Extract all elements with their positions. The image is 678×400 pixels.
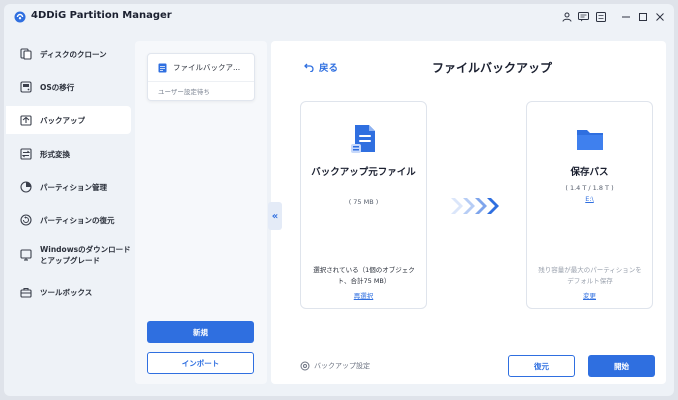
backup-settings-button[interactable]: バックアップ設定 (300, 361, 370, 371)
sidebar: ディスクのクローン OSの移行 バックアップ 形式変換 パーティション管理 パー… (4, 34, 132, 396)
task-card-status: ユーザー設定待ち (158, 88, 210, 96)
windows-download-icon (20, 249, 32, 261)
os-migrate-icon (20, 81, 32, 93)
app-window: 4DDiG Partition Manager ディスクのクローン OSの移行 (4, 4, 674, 396)
sidebar-item-label: パーティションの復元 (40, 215, 115, 225)
transfer-arrows-icon (451, 198, 499, 214)
sidebar-item-label: 形式変換 (40, 149, 70, 159)
title-bar: 4DDiG Partition Manager (4, 4, 674, 30)
source-card[interactable]: バックアップ元ファイル ( 75 MB ) 選択されている（1個のオブジェクト、… (300, 101, 427, 309)
sidebar-item-label: ツールボックス (40, 287, 93, 297)
destination-drive-link[interactable]: E:\ (527, 195, 652, 203)
source-description: 選択されている（1個のオブジェクト、合計75 MB） (313, 266, 415, 285)
toolbox-icon (20, 287, 32, 298)
collapse-panel-button[interactable]: « (268, 202, 282, 230)
account-icon[interactable] (561, 11, 573, 23)
source-title: バックアップ元ファイル (311, 167, 416, 178)
sidebar-item-partition-recover[interactable]: パーティションの復元 (6, 206, 131, 234)
menu-icon[interactable] (595, 11, 607, 23)
sidebar-item-toolbox[interactable]: ツールボックス (6, 278, 131, 306)
sidebar-item-convert[interactable]: 形式変換 (6, 140, 131, 168)
task-card[interactable]: ファイルバックア... ユーザー設定待ち (147, 53, 255, 101)
sidebar-item-disk-clone[interactable]: ディスクのクローン (6, 40, 131, 68)
double-chevron-left-icon: « (271, 210, 279, 222)
backup-icon (20, 115, 32, 126)
minimize-icon[interactable] (620, 11, 632, 23)
page-title: ファイルバックアップ (432, 61, 553, 75)
sidebar-item-partition-manage[interactable]: パーティション管理 (6, 173, 131, 201)
folder-icon (576, 130, 603, 150)
file-backup-icon (350, 125, 375, 153)
destination-title: 保存パス (570, 167, 609, 178)
close-icon[interactable] (654, 11, 666, 23)
main-panel: 戻る ファイルバックアップ バックアップ元ファイル ( 75 MB ) 選択され… (271, 41, 666, 384)
sidebar-item-label: Windowsのダウンロードとアップグレード (40, 245, 131, 265)
task-card-title: ファイルバックア... (173, 63, 241, 72)
destination-size: ( 1.4 T / 1.8 T ) (565, 184, 614, 192)
import-button[interactable]: インポート (147, 352, 254, 374)
sidebar-item-label: パーティション管理 (40, 182, 108, 192)
sidebar-item-label: OSの移行 (40, 82, 75, 92)
feedback-icon[interactable] (577, 11, 589, 23)
gear-icon (300, 361, 310, 371)
sidebar-item-label: バックアップ (40, 115, 85, 125)
partition-manage-icon (20, 181, 32, 193)
app-logo-icon (14, 11, 26, 23)
backup-settings-label: バックアップ設定 (314, 362, 370, 370)
change-link[interactable]: 変更 (527, 290, 652, 300)
back-button[interactable]: 戻る (304, 60, 338, 74)
new-button[interactable]: 新規 (147, 321, 254, 343)
sidebar-item-windows-download[interactable]: Windowsのダウンロードとアップグレード (6, 238, 131, 272)
sidebar-item-backup[interactable]: バックアップ (6, 106, 131, 134)
task-column: ファイルバックア... ユーザー設定待ち 新規 インポート (135, 41, 267, 384)
start-button[interactable]: 開始 (588, 355, 655, 377)
destination-description: 残り容量が最大のパーティションをデフォルト保存 (538, 266, 642, 285)
partition-recover-icon (20, 214, 32, 226)
app-title: 4DDiG Partition Manager (31, 10, 172, 21)
convert-icon (20, 148, 32, 160)
reselect-link[interactable]: 再選択 (301, 290, 426, 300)
sidebar-item-os-migrate[interactable]: OSの移行 (6, 73, 131, 101)
back-label: 戻る (319, 63, 339, 74)
disk-clone-icon (20, 48, 32, 60)
maximize-icon[interactable] (637, 11, 649, 23)
source-size: ( 75 MB ) (348, 198, 379, 206)
destination-card[interactable]: 保存パス ( 1.4 T / 1.8 T ) E:\ 残り容量が最大のパーティシ… (526, 101, 653, 309)
file-icon (158, 63, 167, 72)
restore-button[interactable]: 復元 (508, 355, 575, 377)
back-arrow-icon (304, 63, 314, 72)
sidebar-item-label: ディスクのクローン (40, 49, 107, 59)
